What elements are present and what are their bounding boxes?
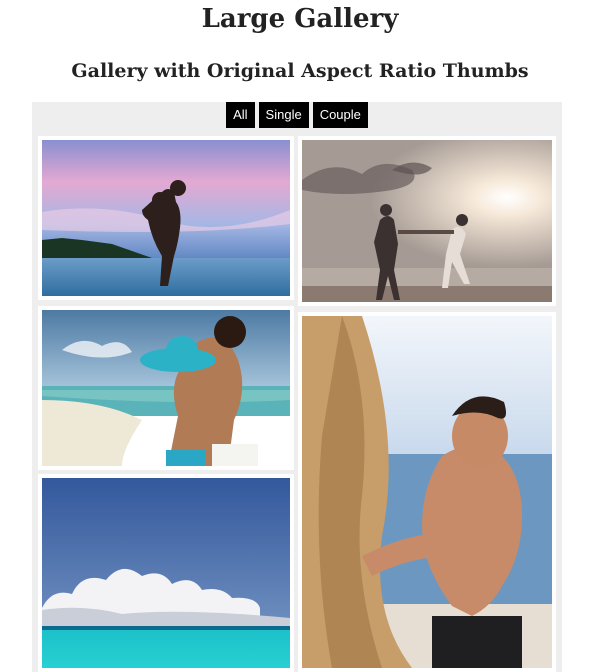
sunset-couple-image (42, 140, 290, 296)
man-reaching-image (302, 316, 552, 668)
filter-all-button[interactable]: All (226, 102, 255, 128)
gallery-subtitle: Gallery with Original Aspect Ratio Thumb… (71, 60, 529, 82)
beach-dancing-image (302, 140, 552, 302)
gallery-thumb-man-reaching[interactable] (298, 312, 556, 672)
gallery-thumb-couple-hat[interactable] (38, 306, 294, 470)
sea-clouds-image (42, 478, 290, 668)
gallery-container: All Single Couple (32, 102, 562, 672)
page-title: Large Gallery (201, 4, 399, 34)
gallery-thumb-sea-clouds[interactable] (38, 474, 294, 672)
gallery-thumb-beach-dancing[interactable] (298, 136, 556, 306)
filter-single-button[interactable]: Single (258, 102, 309, 128)
filter-bar: All Single Couple (32, 102, 562, 130)
filter-couple-button[interactable]: Couple (312, 102, 368, 128)
couple-hat-image (42, 310, 290, 466)
gallery-thumb-sunset-couple[interactable] (38, 136, 294, 300)
